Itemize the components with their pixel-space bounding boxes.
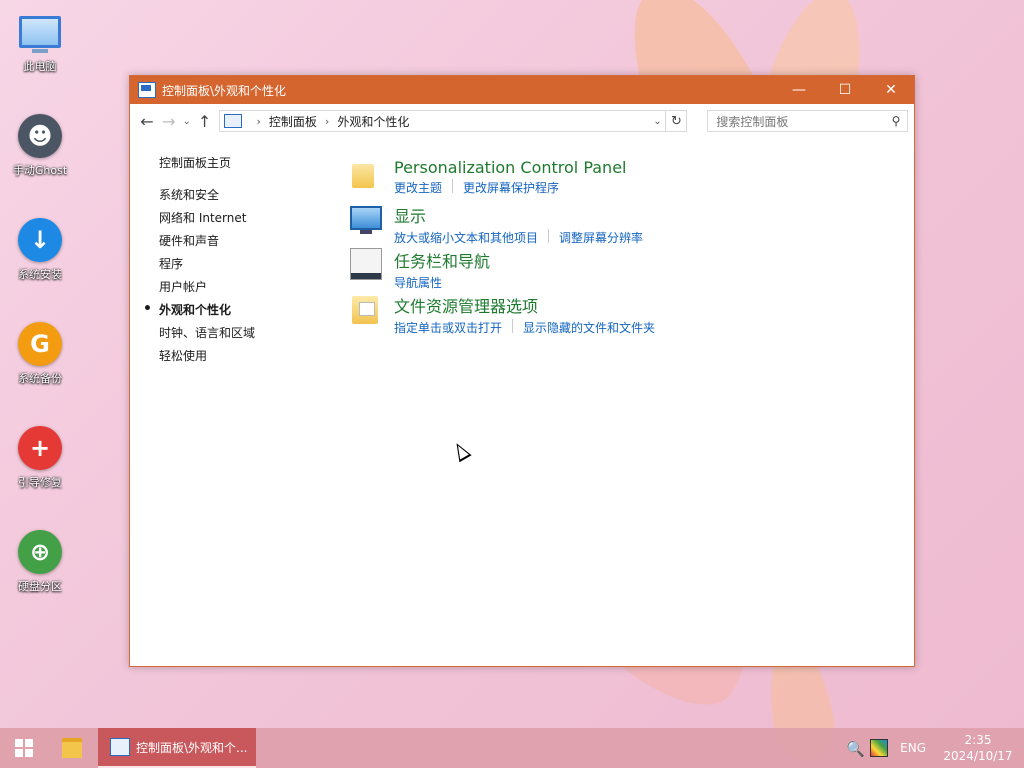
address-bar[interactable]: › 控制面板 › 外观和个性化 ⌄ [219,110,667,132]
desktop-icon-label: 系统安装 [18,268,62,281]
link-show-hidden-files[interactable]: 显示隐藏的文件和文件夹 [523,319,665,336]
address-row: ← → ⌄ ↑ › 控制面板 › 外观和个性化 ⌄ ↻ 搜索控制面板 ⚲ [130,104,914,138]
magnifier-icon[interactable]: 🔍 [846,740,865,758]
windows-logo-icon [15,739,33,757]
desktop-icon-boot-repair[interactable]: + 引导修复 [0,426,80,490]
back-button[interactable]: ← [136,112,158,131]
clock[interactable]: 2:35 2024/10/17 [940,732,1016,764]
category-list: Personalization Control Panel 更改主题 更改屏幕保… [348,158,665,338]
system-tray: 🔍 ENG 2:35 2024/10/17 [846,732,1024,764]
maximize-button[interactable]: ☐ [822,76,868,104]
search-box[interactable]: 搜索控制面板 ⚲ [707,110,908,132]
sidebar-item-appearance[interactable]: 外观和个性化 [143,302,255,326]
desktop-icon-partition[interactable]: ⊕ 硬盘分区 [0,530,80,594]
desktop-icon-install[interactable]: ↓ 系统安装 [0,218,80,282]
category-personalization: Personalization Control Panel 更改主题 更改屏幕保… [348,158,665,203]
search-input[interactable]: 搜索控制面板 [708,113,885,130]
sidebar-item-programs[interactable]: 程序 [159,257,255,280]
taskbar-app-label: 控制面板\外观和个... [136,740,248,755]
breadcrumb-separator-icon[interactable]: › [325,115,329,128]
control-panel-window: 控制面板\外观和个性化 — ☐ ✕ ← → ⌄ ↑ › 控制面板 › 外观和个性… [129,75,915,667]
folder-icon[interactable] [348,158,390,194]
desktop-icon-ghost[interactable]: ☻ 手动Ghost [0,114,80,178]
control-panel-icon [138,82,156,98]
category-taskbar-navigation: 任务栏和导航 导航属性 [348,248,665,293]
up-button[interactable]: ↑ [194,112,216,131]
sidebar-item-home[interactable]: 控制面板主页 [159,154,255,171]
desktop-icon-label: 引导修复 [18,476,62,489]
ghost-icon: ☻ [18,114,62,158]
partition-icon: ⊕ [18,530,62,574]
close-button[interactable]: ✕ [868,76,914,104]
category-file-explorer-options: 文件资源管理器选项 指定单击或双击打开 显示隐藏的文件和文件夹 [348,293,665,338]
search-icon[interactable]: ⚲ [885,114,907,128]
window-titlebar[interactable]: 控制面板\外观和个性化 — ☐ ✕ [130,76,914,104]
link-navigation-properties[interactable]: 导航属性 [394,274,452,291]
clock-time: 2:35 [964,733,992,747]
link-divider [512,319,514,333]
link-divider [452,179,454,193]
control-panel-icon [110,738,130,756]
backup-g-icon: G [18,322,62,366]
desktop-icon-label: 此电脑 [23,60,57,73]
sidebar-item-hardware-sound[interactable]: 硬件和声音 [159,234,255,257]
chevron-down-icon[interactable]: ⌄ [649,116,665,127]
desktop-icon-backup[interactable]: G 系统备份 [0,322,80,386]
link-change-theme[interactable]: 更改主题 [394,179,452,196]
link-divider [548,229,550,243]
computer-icon [18,10,62,54]
install-arrow-icon: ↓ [18,218,62,262]
control-panel-icon [224,114,243,128]
link-screen-resolution[interactable]: 调整屏幕分辨率 [559,229,653,246]
sidebar-item-clock-region[interactable]: 时钟、语言和区域 [159,326,255,349]
taskbar: 控制面板\外观和个... 🔍 ENG 2:35 2024/10/17 [0,728,1024,768]
forward-button[interactable]: → [158,112,180,131]
minimize-button[interactable]: — [776,76,822,104]
sidebar-item-user-accounts[interactable]: 用户帐户 [159,280,255,303]
file-explorer-button[interactable] [48,728,96,768]
desktop-icon-label: 硬盘分区 [18,580,62,593]
link-text-size[interactable]: 放大或缩小文本和其他项目 [394,229,548,246]
link-click-options[interactable]: 指定单击或双击打开 [394,319,512,336]
category-title[interactable]: 文件资源管理器选项 [394,293,665,317]
category-display: 显示 放大或缩小文本和其他项目 调整屏幕分辨率 [348,203,665,248]
breadcrumb-item-appearance[interactable]: 外观和个性化 [337,113,409,130]
taskbar-app-control-panel[interactable]: 控制面板\外观和个... [98,728,256,768]
desktop-icon-this-pc[interactable]: 此电脑 [0,10,80,74]
category-title[interactable]: 任务栏和导航 [394,248,490,272]
language-indicator[interactable]: ENG [900,741,926,755]
recent-locations-button[interactable]: ⌄ [180,116,194,127]
category-title[interactable]: Personalization Control Panel [394,158,626,177]
sidebar-item-network[interactable]: 网络和 Internet [159,211,255,234]
start-button[interactable] [0,728,48,768]
category-title[interactable]: 显示 [394,203,653,227]
breadcrumb-item-control-panel[interactable]: 控制面板 [269,113,317,130]
clock-date: 2024/10/17 [943,749,1013,763]
breadcrumb-separator-icon[interactable]: › [256,115,260,128]
taskbar-icon[interactable] [348,248,390,284]
refresh-button[interactable]: ↻ [666,110,688,132]
folder-icon [62,738,82,758]
display-icon[interactable] [348,203,390,239]
sidebar: 控制面板主页 系统和安全 网络和 Internet 硬件和声音 程序 用户帐户 … [143,154,255,372]
link-change-screensaver[interactable]: 更改屏幕保护程序 [463,179,569,196]
sidebar-item-system-security[interactable]: 系统和安全 [159,188,255,211]
desktop-icon-label: 手动Ghost [12,164,68,177]
desktop-icon-label: 系统备份 [18,372,62,385]
repair-plus-icon: + [18,426,62,470]
window-title: 控制面板\外观和个性化 [162,83,287,98]
sidebar-item-ease-of-access[interactable]: 轻松使用 [159,349,255,372]
display-color-icon[interactable] [870,739,889,757]
folder-options-icon[interactable] [348,293,390,329]
